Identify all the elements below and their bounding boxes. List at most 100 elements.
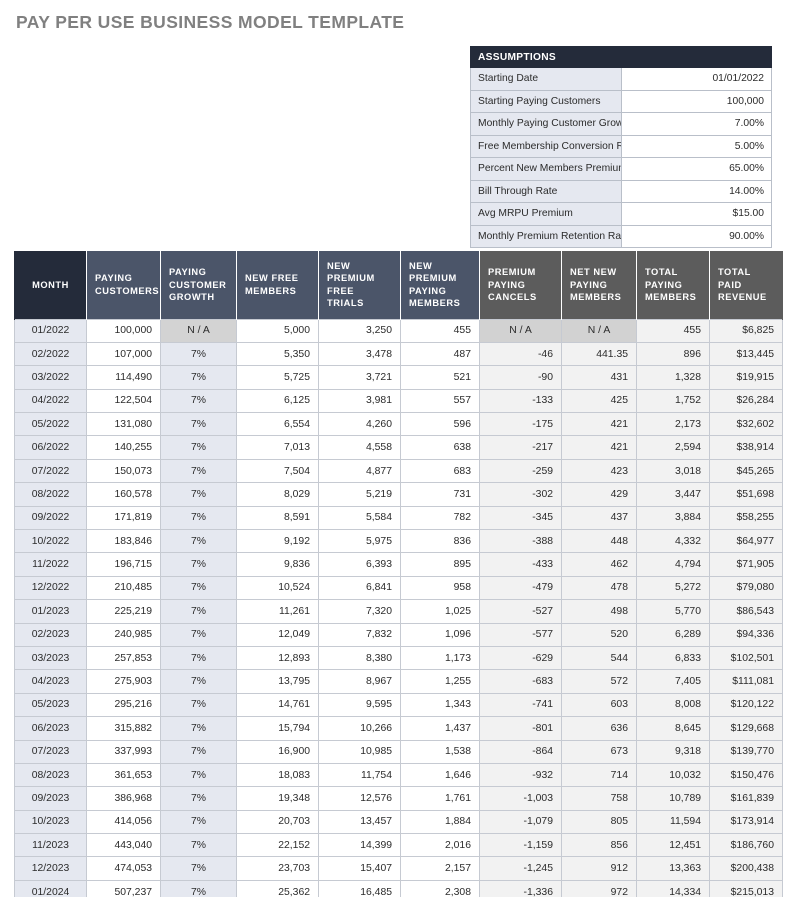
cell-net-new-paying-members[interactable]: 673 bbox=[561, 739, 637, 764]
cell-new-premium-paying-members[interactable]: 1,173 bbox=[400, 645, 480, 671]
cell-paying-customers[interactable]: 507,237 bbox=[86, 879, 161, 897]
cell-total-paying-members[interactable]: 3,447 bbox=[636, 482, 710, 507]
cell-new-premium-free-trials[interactable]: 10,985 bbox=[318, 739, 401, 764]
cell-month[interactable]: 01/2023 bbox=[14, 599, 87, 624]
column-header-new-free-members[interactable]: NEW FREE MEMBERS bbox=[236, 251, 319, 319]
cell-total-paying-members[interactable]: 14,334 bbox=[636, 879, 710, 897]
cell-new-premium-free-trials[interactable]: 4,260 bbox=[318, 412, 401, 437]
cell-new-free-members[interactable]: 16,900 bbox=[236, 739, 319, 764]
cell-new-free-members[interactable]: 20,703 bbox=[236, 809, 319, 835]
cell-paying-customer-growth[interactable]: 7% bbox=[160, 575, 237, 601]
cell-new-free-members[interactable]: 8,029 bbox=[236, 482, 319, 507]
cell-new-premium-paying-members[interactable]: 731 bbox=[400, 482, 480, 507]
cell-new-premium-paying-members[interactable]: 683 bbox=[400, 458, 480, 484]
cell-net-new-paying-members[interactable]: 437 bbox=[561, 505, 637, 531]
cell-new-premium-free-trials[interactable]: 5,219 bbox=[318, 482, 401, 507]
cell-total-paid-revenue[interactable]: $129,668 bbox=[709, 716, 783, 741]
cell-new-premium-free-trials[interactable]: 7,832 bbox=[318, 622, 401, 647]
cell-total-paid-revenue[interactable]: $51,698 bbox=[709, 482, 783, 507]
table-row[interactable]: 11/2022 196,715 7% 9,836 6,393 895 -433 462 4,79… bbox=[14, 552, 783, 577]
table-row[interactable]: 01/2022 100,000 N / A 5,000 3,250 455 N / AN /… bbox=[14, 318, 783, 343]
cell-net-new-paying-members[interactable]: 421 bbox=[561, 435, 637, 460]
assumption-value[interactable]: 5.00% bbox=[620, 134, 772, 158]
column-header-total-paying-members[interactable]: TOTAL PAYING MEMBERS bbox=[636, 251, 710, 319]
cell-total-paying-members[interactable]: 12,451 bbox=[636, 833, 710, 858]
cell-net-new-paying-members[interactable]: N / A bbox=[561, 318, 637, 343]
cell-paying-customer-growth[interactable]: 7% bbox=[160, 529, 237, 554]
cell-new-premium-paying-members[interactable]: 557 bbox=[400, 388, 480, 414]
cell-new-premium-free-trials[interactable]: 8,380 bbox=[318, 645, 401, 671]
cell-total-paid-revenue[interactable]: $102,501 bbox=[709, 645, 783, 671]
cell-new-premium-paying-members[interactable]: 2,016 bbox=[400, 833, 480, 858]
assumptions-row[interactable]: Percent New Members Premium (Free Trial)… bbox=[470, 157, 772, 181]
cell-total-paid-revenue[interactable]: $200,438 bbox=[709, 856, 783, 881]
table-row[interactable]: 04/2023 275,903 7% 13,795 8,967 1,255 -683 572 7… bbox=[14, 669, 783, 694]
column-header-paying-customer-growth[interactable]: PAYING CUSTOMER GROWTH bbox=[160, 251, 237, 319]
cell-paying-customers[interactable]: 361,653 bbox=[86, 762, 161, 788]
column-header-premium-paying-cancels[interactable]: PREMIUM PAYING CANCELS bbox=[479, 251, 562, 319]
assumption-value[interactable]: 90.00% bbox=[620, 224, 772, 248]
cell-paying-customer-growth[interactable]: 7% bbox=[160, 435, 237, 460]
cell-new-premium-paying-members[interactable]: 638 bbox=[400, 435, 480, 460]
table-row[interactable]: 08/2023 361,653 7% 18,083 11,754 1,646 -932 714… bbox=[14, 762, 783, 788]
cell-new-premium-free-trials[interactable]: 3,478 bbox=[318, 341, 401, 367]
cell-premium-paying-cancels[interactable]: -741 bbox=[479, 692, 562, 718]
table-row[interactable]: 08/2022 160,578 7% 8,029 5,219 731 -302 429 3,44… bbox=[14, 482, 783, 507]
cell-premium-paying-cancels[interactable]: -1,003 bbox=[479, 786, 562, 811]
cell-total-paid-revenue[interactable]: $64,977 bbox=[709, 529, 783, 554]
cell-premium-paying-cancels[interactable]: -629 bbox=[479, 645, 562, 671]
cell-total-paid-revenue[interactable]: $173,914 bbox=[709, 809, 783, 835]
cell-net-new-paying-members[interactable]: 429 bbox=[561, 482, 637, 507]
cell-total-paying-members[interactable]: 4,794 bbox=[636, 552, 710, 577]
cell-total-paying-members[interactable]: 3,018 bbox=[636, 458, 710, 484]
cell-premium-paying-cancels[interactable]: -388 bbox=[479, 529, 562, 554]
cell-net-new-paying-members[interactable]: 425 bbox=[561, 388, 637, 414]
cell-new-premium-free-trials[interactable]: 14,399 bbox=[318, 833, 401, 858]
cell-new-premium-paying-members[interactable]: 958 bbox=[400, 575, 480, 601]
cell-new-premium-free-trials[interactable]: 6,841 bbox=[318, 575, 401, 601]
cell-premium-paying-cancels[interactable]: N / A bbox=[479, 318, 562, 343]
cell-total-paid-revenue[interactable]: $120,122 bbox=[709, 692, 783, 718]
cell-new-premium-paying-members[interactable]: 2,308 bbox=[400, 879, 480, 897]
table-row[interactable]: 07/2022 150,073 7% 7,504 4,877 683 -259 423 3,01… bbox=[14, 458, 783, 484]
cell-new-free-members[interactable]: 12,049 bbox=[236, 622, 319, 647]
cell-net-new-paying-members[interactable]: 912 bbox=[561, 856, 637, 881]
cell-paying-customers[interactable]: 210,485 bbox=[86, 575, 161, 601]
cell-total-paid-revenue[interactable]: $79,080 bbox=[709, 575, 783, 601]
assumption-value[interactable]: 100,000 bbox=[620, 89, 772, 113]
cell-paying-customers[interactable]: 122,504 bbox=[86, 388, 161, 414]
table-row[interactable]: 06/2022 140,255 7% 7,013 4,558 638 -217 421 2,59… bbox=[14, 435, 783, 460]
cell-premium-paying-cancels[interactable]: -175 bbox=[479, 412, 562, 437]
table-row[interactable]: 02/2023 240,985 7% 12,049 7,832 1,096 -577 520 6… bbox=[14, 622, 783, 647]
cell-month[interactable]: 12/2022 bbox=[14, 575, 87, 601]
cell-total-paid-revenue[interactable]: $150,476 bbox=[709, 762, 783, 788]
cell-net-new-paying-members[interactable]: 758 bbox=[561, 786, 637, 811]
cell-total-paid-revenue[interactable]: $161,839 bbox=[709, 786, 783, 811]
cell-month[interactable]: 01/2024 bbox=[14, 879, 87, 897]
cell-paying-customer-growth[interactable]: 7% bbox=[160, 505, 237, 531]
cell-total-paid-revenue[interactable]: $6,825 bbox=[709, 318, 783, 343]
cell-premium-paying-cancels[interactable]: -479 bbox=[479, 575, 562, 601]
cell-new-premium-free-trials[interactable]: 3,981 bbox=[318, 388, 401, 414]
cell-new-premium-free-trials[interactable]: 15,407 bbox=[318, 856, 401, 881]
cell-premium-paying-cancels[interactable]: -683 bbox=[479, 669, 562, 694]
cell-total-paying-members[interactable]: 8,645 bbox=[636, 716, 710, 741]
cell-premium-paying-cancels[interactable]: -527 bbox=[479, 599, 562, 624]
cell-premium-paying-cancels[interactable]: -133 bbox=[479, 388, 562, 414]
cell-paying-customers[interactable]: 100,000 bbox=[86, 318, 161, 343]
cell-premium-paying-cancels[interactable]: -259 bbox=[479, 458, 562, 484]
cell-total-paying-members[interactable]: 6,833 bbox=[636, 645, 710, 671]
cell-new-premium-free-trials[interactable]: 11,754 bbox=[318, 762, 401, 788]
cell-paying-customer-growth[interactable]: 7% bbox=[160, 856, 237, 881]
cell-total-paid-revenue[interactable]: $45,265 bbox=[709, 458, 783, 484]
cell-new-premium-free-trials[interactable]: 4,558 bbox=[318, 435, 401, 460]
cell-new-premium-free-trials[interactable]: 16,485 bbox=[318, 879, 401, 897]
cell-total-paying-members[interactable]: 896 bbox=[636, 341, 710, 367]
cell-paying-customer-growth[interactable]: 7% bbox=[160, 716, 237, 741]
cell-new-free-members[interactable]: 13,795 bbox=[236, 669, 319, 694]
cell-paying-customer-growth[interactable]: 7% bbox=[160, 762, 237, 788]
cell-new-free-members[interactable]: 6,125 bbox=[236, 388, 319, 414]
cell-total-paid-revenue[interactable]: $38,914 bbox=[709, 435, 783, 460]
cell-paying-customers[interactable]: 183,846 bbox=[86, 529, 161, 554]
cell-net-new-paying-members[interactable]: 478 bbox=[561, 575, 637, 601]
